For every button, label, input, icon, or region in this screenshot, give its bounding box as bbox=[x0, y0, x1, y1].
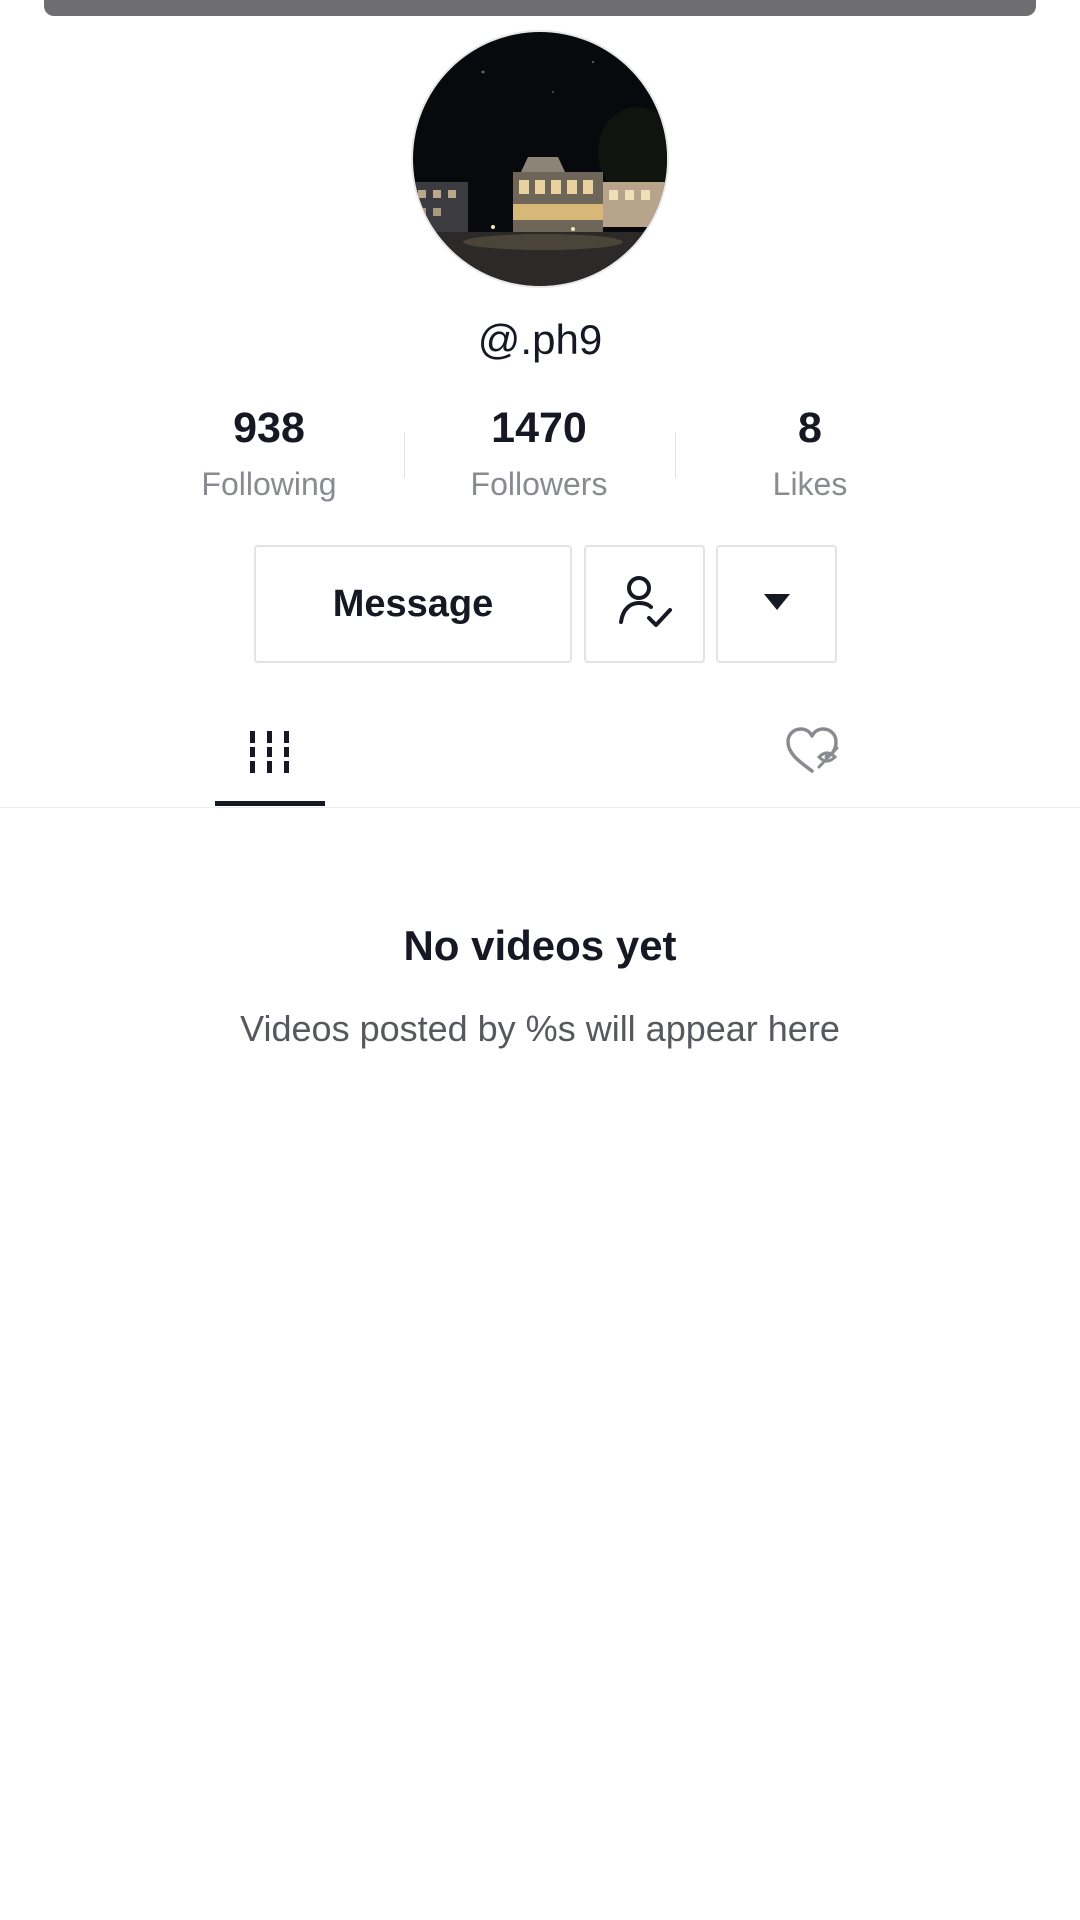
likes-label: Likes bbox=[772, 466, 848, 502]
grid-icon bbox=[248, 727, 292, 780]
avatar[interactable] bbox=[411, 30, 669, 288]
caret-down-icon bbox=[761, 591, 793, 618]
more-options-button[interactable] bbox=[716, 545, 837, 663]
following-label: Following bbox=[201, 466, 337, 502]
following-status-button[interactable] bbox=[584, 545, 705, 663]
likes-count: 8 bbox=[798, 404, 822, 452]
heart-hidden-icon bbox=[783, 725, 841, 782]
tab-videos[interactable] bbox=[215, 700, 325, 806]
stat-followers[interactable]: 1470 Followers bbox=[414, 400, 664, 506]
user-check-icon bbox=[613, 570, 677, 639]
message-button[interactable]: Message bbox=[254, 545, 572, 663]
followers-count: 1470 bbox=[491, 404, 587, 452]
empty-state-title: No videos yet bbox=[403, 922, 677, 969]
stat-likes[interactable]: 8 Likes bbox=[685, 400, 935, 506]
empty-state-subtitle: Videos posted by %s will appear here bbox=[240, 1008, 840, 1049]
stat-divider bbox=[675, 432, 676, 478]
active-tab-indicator bbox=[215, 801, 325, 806]
followers-label: Followers bbox=[470, 466, 608, 502]
stat-following[interactable]: 938 Following bbox=[144, 400, 394, 506]
username: @.ph9 bbox=[477, 316, 603, 363]
profile-tabs bbox=[0, 700, 1080, 808]
top-drag-handle bbox=[44, 0, 1036, 16]
stat-divider bbox=[404, 432, 405, 478]
tab-liked-videos[interactable] bbox=[757, 700, 867, 806]
profile-stats: 938 Following 1470 Followers 8 Likes bbox=[0, 400, 1080, 510]
avatar-photo bbox=[413, 32, 667, 286]
tabs-divider bbox=[0, 807, 1080, 808]
following-count: 938 bbox=[233, 404, 305, 452]
